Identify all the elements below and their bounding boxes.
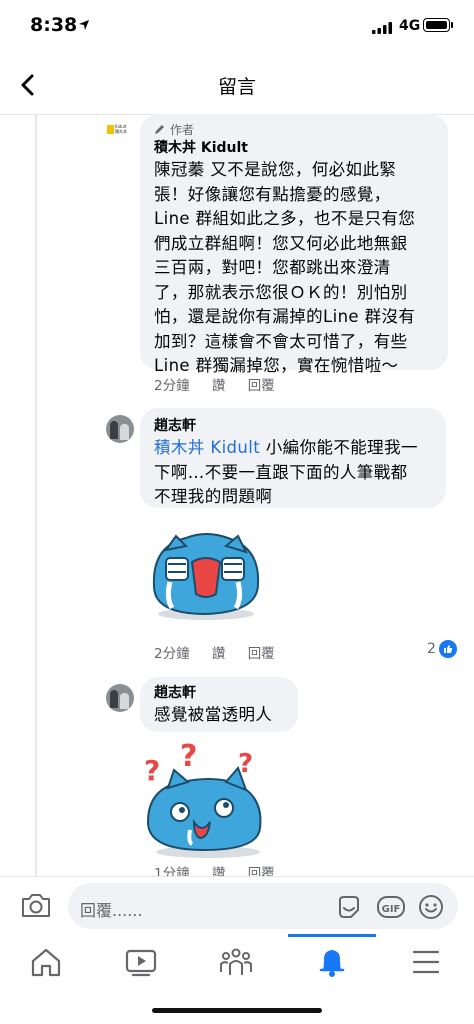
like-button[interactable]: 讚 [212,866,226,876]
network-type: 4G [399,18,421,34]
comment-text: 陳冠蓁 又不是說您，何必如此緊 張！好像讓您有點擔憂的感覺， Line 群組如此… [154,160,416,375]
reply-button[interactable]: 回覆 [248,866,275,876]
author-badge: 作者 [154,120,434,138]
camera-icon[interactable] [20,891,52,919]
notifications-icon[interactable] [312,944,352,980]
crying-cat-sticker[interactable] [146,528,266,624]
status-time: 8:38 [30,14,78,36]
comment-author[interactable]: 積木丼 Kidult [154,138,434,158]
home-icon[interactable] [26,944,66,980]
active-tab-indicator [288,934,376,937]
comment-time: 2分鐘 [154,646,190,662]
avatar[interactable] [106,684,134,712]
menu-icon[interactable] [406,944,446,980]
nav-header: 留言 [0,56,474,115]
comment-meta: 2分鐘 讚 回覆 [154,642,293,662]
status-bar: 8:38 4G [0,0,474,56]
sticker-icon[interactable] [336,894,362,920]
comment-bubble[interactable]: 作者 積木丼 Kidult 陳冠蓁 又不是說您，何必如此緊 張！好像讓您有點擔憂… [140,114,448,375]
comment-meta: 1分鐘 讚 回覆 [154,864,293,876]
svg-text:?: ? [180,739,197,774]
signal-icon [372,22,392,34]
groups-icon[interactable] [216,944,256,980]
reply-button[interactable]: 回覆 [248,646,275,662]
reaction-count[interactable]: 2 [427,640,457,658]
page-title: 留言 [217,76,256,98]
gif-icon[interactable]: GIF [376,894,406,920]
reply-button[interactable]: 回覆 [248,378,275,394]
mention-link[interactable]: 積木丼 Kidult [154,438,260,457]
confused-cat-sticker[interactable]: ? ? ? [140,738,270,860]
comment-bubble[interactable]: 趙志軒 感覺被當透明人 [140,677,298,732]
location-arrow-icon [79,20,89,30]
comment-meta: 2分鐘 讚 回覆 [154,374,293,394]
reply-bar: 回覆...... GIF [0,876,474,935]
emoji-icon[interactable] [418,894,444,920]
reply-placeholder: 回覆...... [80,901,143,920]
comment-time: 2分鐘 [154,378,190,394]
svg-text:GIF: GIF [382,904,401,915]
author-badge-label: 作者 [170,122,195,137]
svg-text:?: ? [144,754,160,787]
pencil-icon [155,125,164,134]
page-avatar[interactable]: Kidult 積木丼 [104,118,130,144]
comment-bubble[interactable]: 趙志軒 積木丼 Kidult 小編你能不能理我一 下啊…不要一直跟下面的人筆戰都… [140,408,446,508]
comment-text: 感覺被當透明人 [154,705,273,724]
thumbs-up-icon [438,640,457,658]
thread-line [35,115,37,877]
battery-icon [423,18,450,32]
like-button[interactable]: 讚 [212,646,226,662]
reply-input[interactable]: 回覆...... GIF [68,883,458,929]
comment-author[interactable]: 趙志軒 [154,416,432,436]
battery-cap [451,22,453,28]
comment-text: 積木丼 Kidult 小編你能不能理我一 下啊…不要一直跟下面的人筆戰都 不理我… [154,438,418,506]
avatar[interactable] [106,415,134,443]
comment-author[interactable]: 趙志軒 [154,683,284,703]
like-button[interactable]: 讚 [212,378,226,394]
comment-time: 1分鐘 [154,866,190,876]
home-indicator [152,1008,322,1013]
video-icon[interactable] [121,944,161,980]
